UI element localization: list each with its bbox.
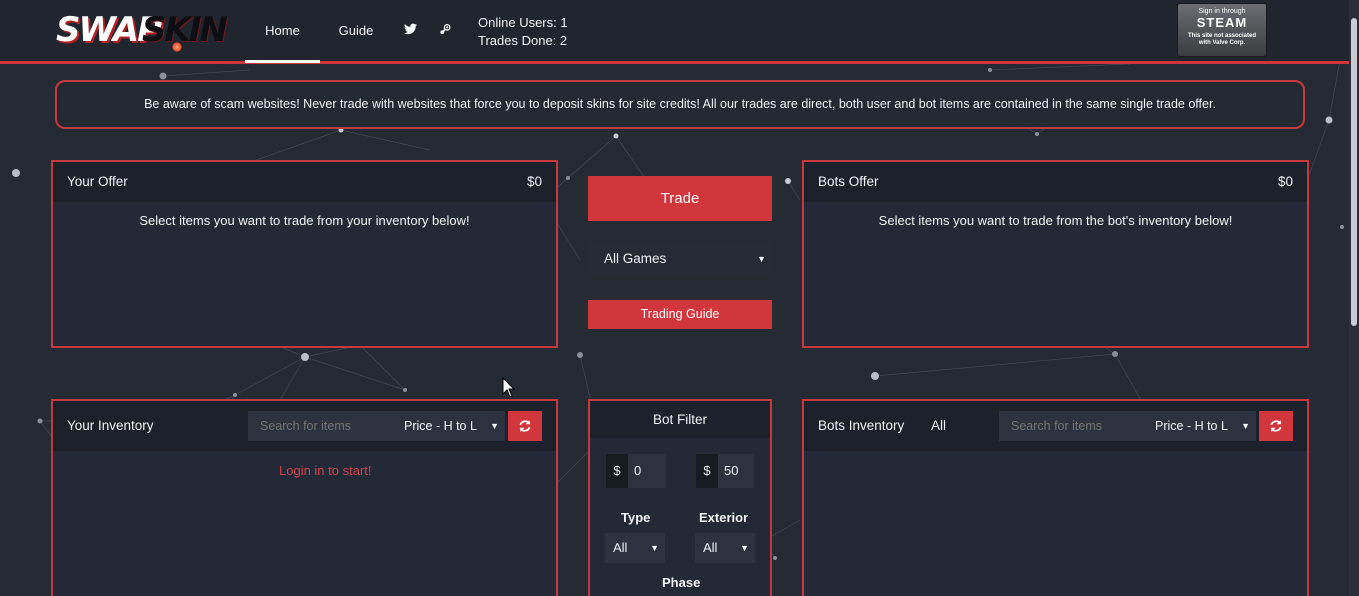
your-inventory-refresh-button[interactable] [508, 411, 542, 441]
logo-text-skin: SKIN [142, 10, 228, 50]
page-scrollbar[interactable] [1349, 0, 1359, 596]
steam-login-line1: Sign in through [1198, 8, 1246, 15]
max-price-input[interactable]: 50 [718, 454, 754, 488]
bots-inventory-search-input[interactable] [999, 411, 1144, 441]
min-price-currency: $ [606, 454, 628, 488]
your-offer-amount: $0 [526, 174, 542, 189]
nav-guide[interactable]: Guide [320, 0, 392, 61]
bots-inventory-sort-value: Price - H to L [1155, 419, 1228, 433]
trade-button[interactable]: Trade [588, 176, 772, 221]
bots-offer-title: Bots Offer [818, 174, 879, 189]
bots-inventory-title: Bots Inventory [818, 418, 905, 433]
your-offer-title: Your Offer [67, 174, 128, 189]
bots-inventory-filter-label[interactable]: All [931, 418, 946, 433]
your-inventory-sort-value: Price - H to L [404, 419, 477, 433]
steam-login-wordmark: STEAM [1196, 15, 1248, 30]
bots-offer-amount: $0 [1277, 174, 1293, 189]
online-users-count: Online Users: 1 [478, 15, 568, 30]
site-stats: Online Users: 1 Trades Done: 2 [478, 14, 568, 50]
refresh-icon [1270, 420, 1282, 432]
your-inventory-sort-select[interactable]: Price - H to L ▼ [390, 411, 505, 441]
site-logo[interactable]: SWAP SKIN [56, 8, 228, 56]
steam-login-line4: with Valve Corp. [1198, 40, 1246, 46]
caret-down-icon: ▼ [490, 421, 499, 431]
twitter-icon[interactable] [404, 23, 418, 37]
games-select[interactable]: All Games ▼ [588, 242, 772, 276]
trades-done-count: Trades Done: 2 [478, 33, 568, 48]
type-filter-label: Type [621, 510, 651, 525]
logo-glow-dot [172, 42, 182, 52]
your-inventory-search-input[interactable] [248, 411, 393, 441]
bot-filter-panel: Bot Filter $ 0 $ 50 Type Exterior All ▼ … [588, 399, 772, 596]
your-inventory-header: Your Inventory Price - H to L ▼ [53, 401, 556, 451]
your-inventory-title: Your Inventory [67, 418, 154, 433]
bot-filter-header: Bot Filter [590, 401, 770, 438]
top-header: SWAP SKIN Home Guide Online Users: 1 Tra… [0, 0, 1359, 64]
bots-offer-header: Bots Offer $0 [804, 162, 1307, 202]
nav-home[interactable]: Home [245, 0, 320, 63]
phase-filter-label: Phase [662, 575, 701, 590]
scam-warning-banner: Be aware of scam websites! Never trade w… [55, 80, 1305, 129]
steam-icon[interactable] [438, 23, 452, 37]
caret-down-icon: ▼ [740, 543, 749, 553]
trading-guide-button[interactable]: Trading Guide [588, 300, 772, 329]
scrollbar-thumb[interactable] [1351, 18, 1357, 326]
bots-offer-panel: Bots Offer $0 Select items you want to t… [802, 160, 1309, 348]
mouse-cursor-icon [502, 377, 516, 398]
exterior-filter-select[interactable]: All ▼ [695, 533, 755, 563]
games-select-value: All Games [604, 251, 667, 266]
bots-inventory-sort-select[interactable]: Price - H to L ▼ [1141, 411, 1256, 441]
exterior-filter-label: Exterior [699, 510, 749, 525]
bots-inventory-refresh-button[interactable] [1259, 411, 1293, 441]
steam-login-button[interactable]: Sign in through STEAM This site not asso… [1177, 3, 1267, 57]
your-offer-message: Select items you want to trade from your… [139, 213, 470, 228]
refresh-icon [519, 420, 531, 432]
caret-down-icon: ▼ [757, 254, 766, 264]
bots-inventory-panel: Bots Inventory All Price - H to L ▼ [802, 399, 1309, 596]
caret-down-icon: ▼ [650, 543, 659, 553]
bot-filter-title: Bot Filter [652, 412, 707, 427]
type-filter-select[interactable]: All ▼ [605, 533, 665, 563]
steam-login-line3: This site not associated [1187, 33, 1257, 39]
your-offer-panel: Your Offer $0 Select items you want to t… [51, 160, 558, 348]
exterior-filter-value: All [703, 540, 718, 555]
min-price-input[interactable]: 0 [628, 454, 666, 488]
bots-inventory-header: Bots Inventory All Price - H to L ▼ [804, 401, 1307, 451]
login-prompt-link[interactable]: Login in to start! [279, 463, 372, 478]
type-filter-value: All [613, 540, 628, 555]
bots-offer-message: Select items you want to trade from the … [878, 213, 1233, 228]
caret-down-icon: ▼ [1241, 421, 1250, 431]
max-price-currency: $ [696, 454, 718, 488]
your-offer-header: Your Offer $0 [53, 162, 556, 202]
your-inventory-panel: Your Inventory Price - H to L ▼ Login in… [51, 399, 558, 596]
